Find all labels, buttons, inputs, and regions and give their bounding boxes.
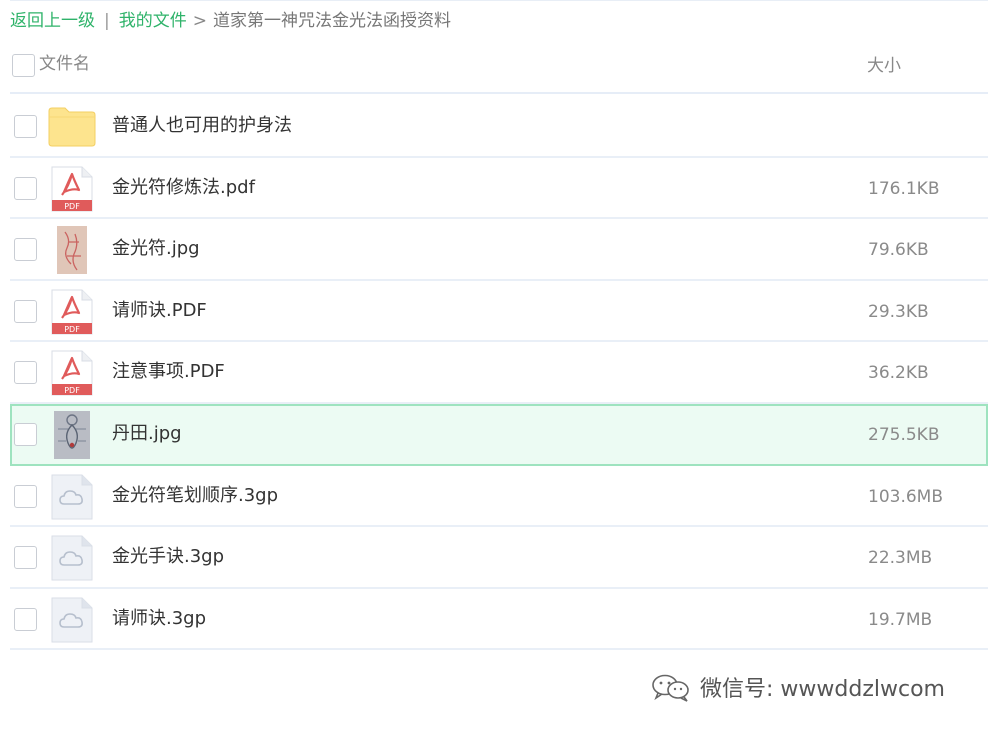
row-checkbox[interactable] (14, 176, 37, 200)
file-row[interactable]: PDF 请师诀.PDF 29.3KB (10, 281, 988, 343)
pdf-badge-text: PDF (64, 202, 80, 211)
pdf-icon: PDF (48, 166, 96, 212)
breadcrumb-arrow: > (192, 11, 207, 31)
wechat-icon (652, 674, 689, 702)
file-name[interactable]: 普通人也可用的护身法 (112, 114, 292, 138)
file-row[interactable]: 金光符.jpg 79.6KB (10, 219, 988, 281)
file-name[interactable]: 金光符修炼法.pdf (112, 176, 255, 200)
watermark-text: 微信号: wwwddzlwcom (700, 677, 945, 702)
pdf-badge-text: PDF (64, 325, 80, 334)
pdf-icon: PDF (48, 289, 96, 335)
row-checkbox[interactable] (14, 607, 37, 631)
cloud-file-icon (48, 535, 96, 581)
file-name[interactable]: 请师诀.3gp (112, 607, 206, 631)
pdf-icon: PDF (48, 350, 96, 396)
current-folder-label: 道家第一神咒法金光法函授资料 (212, 11, 451, 31)
file-name[interactable]: 注意事项.PDF (112, 360, 225, 384)
file-name[interactable]: 金光手诀.3gp (112, 545, 224, 569)
file-list-header: 文件名 大小 (10, 50, 988, 94)
column-header-name[interactable]: 文件名 (39, 52, 90, 76)
cloud-file-icon (48, 597, 96, 643)
pdf-badge-text: PDF (64, 386, 80, 395)
file-name[interactable]: 金光符笔划顺序.3gp (112, 484, 278, 508)
image-thumbnail (48, 226, 96, 275)
row-checkbox[interactable] (14, 238, 37, 262)
row-checkbox[interactable] (14, 361, 37, 385)
file-size: 22.3MB (868, 548, 933, 569)
cloud-file-icon (48, 474, 96, 520)
file-row[interactable]: 金光符笔划顺序.3gp 103.6MB (10, 466, 988, 528)
top-divider (10, 0, 988, 2)
file-name[interactable]: 丹田.jpg (112, 422, 182, 446)
file-row[interactable]: PDF 注意事项.PDF 36.2KB (10, 342, 988, 404)
file-size: 36.2KB (868, 363, 929, 384)
file-row-selected[interactable]: 丹田.jpg 275.5KB (10, 403, 988, 466)
file-size: 29.3KB (868, 301, 929, 322)
file-row[interactable]: PDF 金光符修炼法.pdf 176.1KB (10, 158, 988, 220)
file-name[interactable]: 金光符.jpg (112, 237, 200, 261)
file-size: 176.1KB (868, 178, 940, 199)
row-checkbox[interactable] (14, 115, 37, 138)
row-checkbox[interactable] (14, 546, 37, 570)
column-header-size[interactable]: 大小 (867, 54, 901, 78)
file-size: 103.6MB (868, 486, 943, 507)
file-row[interactable]: 金光手诀.3gp 22.3MB (10, 527, 988, 589)
file-size: 79.6KB (868, 240, 929, 261)
back-link[interactable]: 返回上一级 (10, 11, 95, 31)
folder-icon (48, 104, 96, 150)
file-size: 275.5KB (868, 424, 940, 445)
my-files-link[interactable]: 我的文件 (119, 11, 187, 31)
row-checkbox[interactable] (14, 484, 37, 508)
file-row[interactable]: 请师诀.3gp 19.7MB (10, 589, 988, 651)
breadcrumb-separator: | (104, 11, 110, 31)
wechat-watermark: 微信号: wwwddzlwcom (650, 672, 945, 702)
select-all-checkbox[interactable] (12, 54, 35, 77)
image-thumbnail (48, 410, 96, 459)
breadcrumb: 返回上一级 | 我的文件 > 道家第一神咒法金光法函授资料 (10, 10, 451, 32)
file-list: 普通人也可用的护身法 PDF 金光符修炼法.pdf 176.1KB 金光符.jp… (10, 96, 988, 651)
file-name[interactable]: 请师诀.PDF (112, 299, 207, 323)
file-size: 19.7MB (868, 609, 933, 630)
file-row[interactable]: 普通人也可用的护身法 (10, 96, 988, 158)
row-checkbox[interactable] (14, 422, 37, 446)
row-checkbox[interactable] (14, 299, 37, 323)
